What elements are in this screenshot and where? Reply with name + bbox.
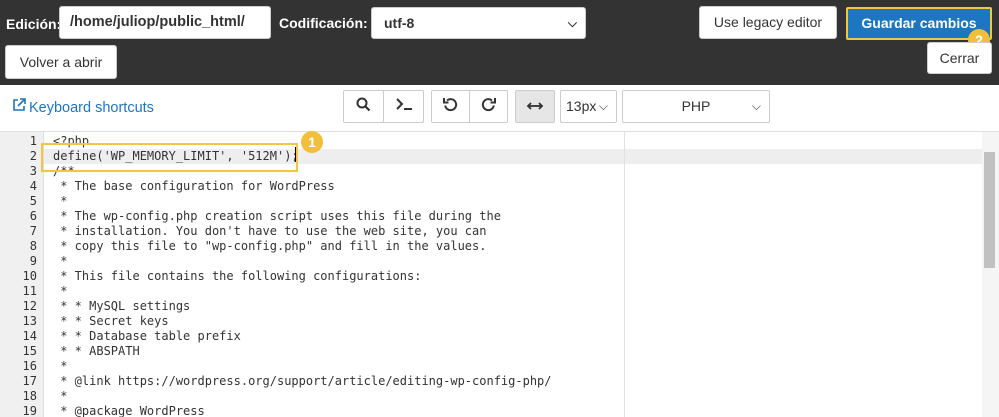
code-line: * * Database table prefix <box>53 329 241 343</box>
line-number: 8 <box>29 239 37 253</box>
code-line: * copy this file to "wp-config.php" and … <box>53 239 487 253</box>
code-line: * @link https://wordpress.org/support/ar… <box>53 374 552 388</box>
code-line: * * Secret keys <box>53 314 169 328</box>
external-link-icon <box>12 98 26 116</box>
close-button[interactable]: Cerrar <box>927 42 992 74</box>
path-input[interactable]: /home/juliop/public_html/ <box>59 6 271 39</box>
language-value: PHP <box>681 98 711 114</box>
goto-line-button[interactable] <box>383 90 424 123</box>
line-number: 3 <box>29 164 37 178</box>
line-number: 17 <box>22 374 37 388</box>
code-line: * @package WordPress <box>53 404 205 417</box>
code-line: * The wp-config.php creation script uses… <box>53 209 501 223</box>
line-number: 15 <box>22 344 37 358</box>
redo-button[interactable] <box>469 90 508 123</box>
line-number: 12 <box>22 299 37 313</box>
search-button[interactable] <box>343 90 384 123</box>
wrap-icon <box>526 98 544 116</box>
code-line: * installation. You don't have to use th… <box>53 224 487 238</box>
encoding-select[interactable]: utf-8 ⌵ <box>371 7 586 39</box>
line-number: 7 <box>29 224 37 238</box>
highlight-box-line-2 <box>41 143 298 172</box>
line-number: 1 <box>29 134 37 148</box>
line-number: 5 <box>29 194 37 208</box>
line-number: 4 <box>29 179 37 193</box>
line-number: 6 <box>29 209 37 223</box>
code-line: * <box>53 254 68 268</box>
code-editor[interactable]: 1 <?php 2 define('WP_MEMORY_LIMIT', '512M')… <box>0 131 999 417</box>
undo-icon <box>443 97 458 117</box>
undo-button[interactable] <box>431 90 470 123</box>
step-badge-1: 1 <box>301 131 323 153</box>
edicion-label: Edición: <box>6 16 62 32</box>
language-select[interactable]: PHP ⌵ <box>622 90 770 123</box>
redo-icon <box>481 97 496 117</box>
font-size-select[interactable]: 13px ⌵ <box>560 90 617 123</box>
codificacion-label: Codificación: <box>279 15 368 31</box>
wrap-toggle-button[interactable] <box>515 90 555 123</box>
encoding-value: utf-8 <box>384 15 415 31</box>
chevron-down-icon: ⌵ <box>567 16 577 30</box>
keyboard-shortcuts-label: Keyboard shortcuts <box>29 100 154 116</box>
code-line: * This file contains the following confi… <box>53 269 422 283</box>
line-number: 11 <box>22 284 37 298</box>
reopen-button[interactable]: Volver a abrir <box>5 45 117 79</box>
search-icon <box>356 97 371 117</box>
code-line: * * ABSPATH <box>53 344 140 358</box>
code-line: * <box>53 359 68 373</box>
line-number: 13 <box>22 314 37 328</box>
print-margin <box>624 132 625 417</box>
code-line: * <box>53 389 68 403</box>
line-number: 10 <box>22 269 37 283</box>
scrollbar-thumb[interactable] <box>984 152 995 268</box>
terminal-icon <box>395 97 413 116</box>
legacy-editor-button[interactable]: Use legacy editor <box>699 6 837 39</box>
top-bar: Edición: /home/juliop/public_html/ Codif… <box>0 0 999 85</box>
line-number: 16 <box>22 359 37 373</box>
code-line: * <box>53 194 68 208</box>
code-line: * * MySQL settings <box>53 299 191 313</box>
code-line: * The base configuration for WordPress <box>53 179 335 193</box>
line-number: 18 <box>22 389 37 403</box>
font-size-value: 13px <box>566 98 597 114</box>
keyboard-shortcuts-link[interactable]: Keyboard shortcuts <box>12 98 154 116</box>
code-line: * <box>53 284 68 298</box>
chevron-down-icon: ⌵ <box>751 99 761 113</box>
chevron-down-icon: ⌵ <box>598 99 608 113</box>
line-number: 19 <box>22 404 37 417</box>
line-number: 2 <box>29 149 37 163</box>
line-number: 14 <box>22 329 37 343</box>
line-number: 9 <box>29 254 37 268</box>
text-cursor <box>295 147 296 162</box>
